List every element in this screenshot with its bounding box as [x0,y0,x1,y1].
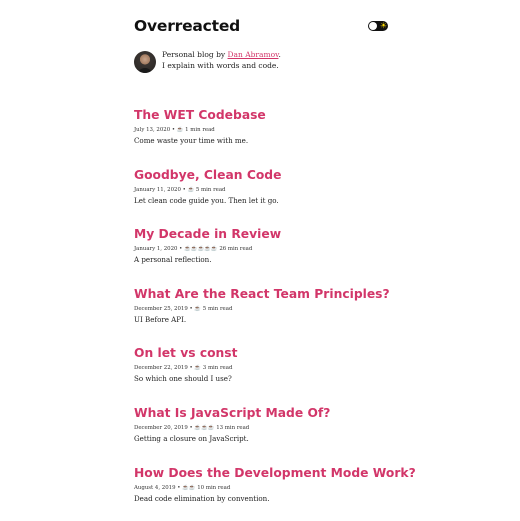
post-meta: July 13, 2020 • ☕️ 1 min read [134,127,215,133]
post-description: Dead code elimination by convention. [134,493,270,503]
post-item: On let vs const December 22, 2019 • ☕️ 3… [134,342,394,402]
post-item: How Does the Development Mode Work? Augu… [134,462,416,521]
blog-page: Overreacted ☀ Personal blog by Dan Abram… [0,0,520,520]
post-description: A personal reflection. [134,255,212,265]
post-description: Come waste your time with me. [134,136,249,145]
bio-text: Personal blog by Dan Abramov. I explain … [162,50,281,71]
post-title[interactable]: How Does the Development Mode Work? [134,466,416,481]
post-title[interactable]: The WET Codebase [134,108,266,123]
post-meta: December 20, 2019 • ☕️☕️☕️ 13 min read [134,424,250,431]
bio-suffix: . [278,50,281,59]
site-header: Overreacted ☀ [134,14,388,38]
sun-icon: ☀ [379,21,387,30]
post-meta: December 22, 2019 • ☕️ 3 min read [134,365,233,372]
post-description: Getting a closure on JavaScript. [134,433,249,443]
post-meta: January 1, 2020 • ☕️☕️☕️☕️☕️ 26 min read [134,246,253,253]
dark-mode-toggle[interactable]: ☀ [368,21,388,31]
post-item: Goodbye, Clean Code January 11, 2020 • ☕… [134,164,394,224]
post-item: The WET Codebase July 13, 2020 • ☕️ 1 mi… [134,104,394,164]
post-item: What Are the React Team Principles? Dece… [134,283,394,343]
bio-tagline: I explain with words and code. [162,60,279,70]
post-item: What Is JavaScript Made Of? December 20,… [134,402,394,462]
post-description: So which one should I use? [134,374,232,384]
post-description: UI Before API. [134,314,187,324]
avatar [134,51,156,73]
post-title[interactable]: What Is JavaScript Made Of? [134,406,330,421]
post-item: My Decade in Review January 1, 2020 • ☕️… [134,223,394,283]
toggle-knob [369,22,377,30]
site-title[interactable]: Overreacted [134,17,240,35]
author-link[interactable]: Dan Abramov [228,50,279,59]
post-title[interactable]: What Are the React Team Principles? [134,287,390,302]
post-list: The WET Codebase July 13, 2020 • ☕️ 1 mi… [134,104,416,521]
post-meta: August 4, 2019 • ☕️☕️ 10 min read [134,484,231,491]
post-meta: January 11, 2020 • ☕️ 5 min read [134,186,226,193]
post-title[interactable]: On let vs const [134,346,238,361]
post-title[interactable]: Goodbye, Clean Code [134,168,281,183]
post-meta: December 25, 2019 • ☕️ 5 min read [134,305,233,312]
bio-prefix: Personal blog by [162,50,228,59]
post-description: Let clean code guide you. Then let it go… [134,195,279,205]
bio: Personal blog by Dan Abramov. I explain … [134,50,394,73]
post-title[interactable]: My Decade in Review [134,227,281,242]
